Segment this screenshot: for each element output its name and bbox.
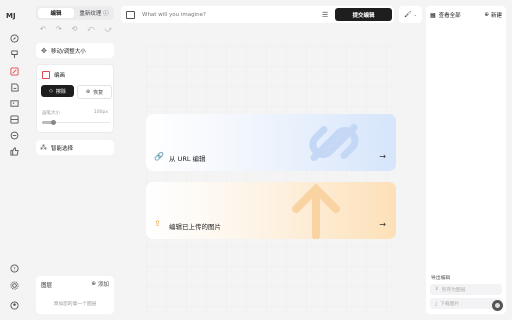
add-circle-icon: ⊕ <box>91 281 96 287</box>
user-circle-icon[interactable] <box>8 299 21 312</box>
tab-edit[interactable]: 编辑 <box>38 8 74 18</box>
help-icon[interactable]: ? <box>8 262 21 275</box>
erase-button[interactable]: ◇ 擦除 <box>41 85 74 97</box>
smart-select-button[interactable]: ⁂ 智能选择 <box>36 140 114 155</box>
edit-from-url-card[interactable]: 🔗 从 URL 编辑 → <box>146 114 396 171</box>
thumb-up-icon[interactable] <box>8 145 21 158</box>
edit-tabs: 编辑 重新纹理 ⓘ <box>36 6 114 20</box>
save-as-layer-button[interactable]: ⊻ 另存为图层 <box>430 284 502 295</box>
erase-label: 擦除 <box>55 88 66 95</box>
link-icon: 🔗 <box>154 152 164 161</box>
eraser-icon: ◇ <box>49 88 53 94</box>
undo-icon[interactable]: ↶ <box>40 25 46 35</box>
add-circle-icon: ⊕ <box>484 12 489 18</box>
erase-header: 编画 <box>42 71 65 79</box>
tab-retexture[interactable]: 重新纹理 ⓘ <box>76 8 112 18</box>
save-icon: ⊻ <box>435 287 439 292</box>
erase-section-title: 编画 <box>54 73 66 79</box>
smart-select-label: 智能选择 <box>51 145 74 152</box>
chat-bubble-icon <box>495 303 500 308</box>
arrow-right-icon: → <box>379 152 386 161</box>
new-label: 新建 <box>490 13 502 19</box>
move-resize-button[interactable]: ✥ 移动/调整大小 <box>36 43 114 58</box>
brush-size-label: 画笔大小 <box>42 111 60 116</box>
search-chat-icon[interactable] <box>8 129 21 142</box>
brush-size-slider[interactable] <box>42 120 110 125</box>
add-layer-label: 添加 <box>97 282 109 288</box>
brush-icon[interactable] <box>8 48 21 61</box>
grid-icon: ▦ <box>430 11 436 19</box>
slider-thumb[interactable] <box>51 120 56 125</box>
arrow-right-icon: → <box>379 220 386 229</box>
submit-edit-label: 提交编辑 <box>352 12 375 19</box>
chevron-down-icon: ⌄ <box>413 12 417 17</box>
prompt-input[interactable] <box>140 10 314 19</box>
redo-all-icon[interactable]: ⤻ <box>104 25 111 35</box>
layers-empty-text: 添加您的第一个图层 <box>53 302 97 307</box>
erase-section-icon <box>42 71 50 79</box>
erase-section: 编画 ◇ 擦除 ⊕ 恢复 画笔大小 100px <box>36 64 114 133</box>
redo-icon[interactable]: ↷ <box>56 25 62 35</box>
undo-all-icon[interactable]: ⤺ <box>87 25 94 35</box>
settings-icon[interactable] <box>8 279 21 292</box>
compass-icon[interactable] <box>8 32 21 45</box>
restore-icon: ⊕ <box>85 89 91 95</box>
link-watermark-icon <box>309 124 359 161</box>
history-toolbar: ↶ ↷ ⟲ ⤺ ⤻ <box>40 25 112 35</box>
assistant-button[interactable] <box>492 300 503 311</box>
move-resize-label: 移动/调整大小 <box>50 48 86 55</box>
add-layer-button[interactable]: ⊕ 添加 <box>91 280 109 288</box>
edit-uploaded-image-card[interactable]: ⇪ 编辑已上传的图片 → <box>146 182 396 239</box>
layers-title: 图层 <box>41 283 53 289</box>
new-button[interactable]: ⊕ 新建 <box>484 11 502 19</box>
image-upload-icon[interactable] <box>126 10 135 19</box>
paint-brush-icon: 🖌 <box>404 11 412 18</box>
export-title: 导出编辑 <box>431 276 451 281</box>
upload-watermark-icon <box>292 183 340 239</box>
sparkle-icon: ⁂ <box>40 143 47 152</box>
image-icon[interactable] <box>8 97 21 110</box>
restore-button[interactable]: ⊕ 恢复 <box>77 85 112 99</box>
move-icon: ✥ <box>41 46 47 55</box>
restore-label: 恢复 <box>93 89 104 96</box>
layers-panel: 图层 ⊕ 添加 添加您的第一个图层 <box>36 276 114 314</box>
view-all-button[interactable]: ▦ 查看全部 <box>430 11 461 20</box>
right-panel: ▦ 查看全部 ⊕ 新建 导出编辑 ⊻ 另存为图层 ⤓ 下载图片 <box>426 6 506 314</box>
app-logo[interactable]: MJ <box>6 12 22 24</box>
settings-sliders-icon[interactable]: ☰ <box>322 11 328 19</box>
note-icon[interactable] <box>8 81 21 94</box>
download-icon: ⤓ <box>435 301 438 307</box>
prompt-bar: ☰ 提交编辑 <box>121 6 394 23</box>
edit-icon[interactable] <box>8 65 21 78</box>
save-as-layer-label: 另存为图层 <box>441 288 466 293</box>
layers-icon[interactable] <box>8 113 21 126</box>
brush-size-value: 100px <box>93 110 108 115</box>
upload-icon: ⇪ <box>154 219 161 228</box>
canvas-area[interactable] <box>146 46 396 316</box>
download-image-label: 下载图片 <box>440 302 460 307</box>
url-card-label: 从 URL 编辑 <box>169 155 206 163</box>
view-all-label: 查看全部 <box>438 13 461 19</box>
upload-card-label: 编辑已上传的图片 <box>169 223 221 231</box>
brush-dropdown[interactable]: 🖌 ⌄ <box>399 6 422 23</box>
submit-edit-button[interactable]: 提交编辑 <box>335 8 392 21</box>
reset-icon[interactable]: ⟲ <box>71 25 77 35</box>
